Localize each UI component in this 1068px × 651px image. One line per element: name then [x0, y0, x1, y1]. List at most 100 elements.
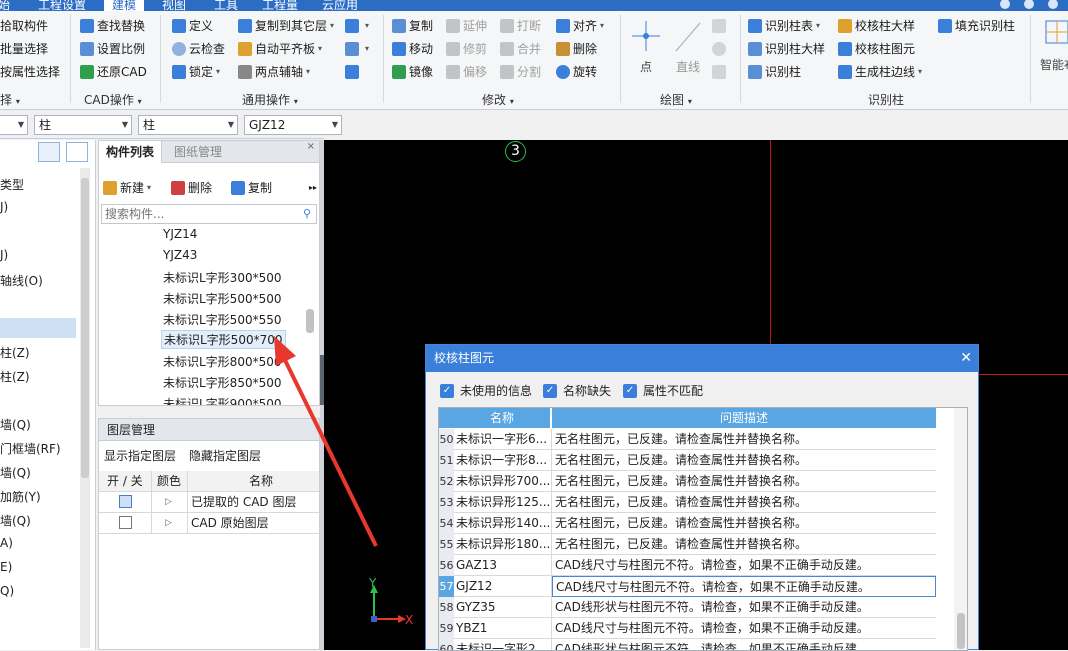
new-component-button[interactable]: 新建 ▾ — [103, 179, 151, 197]
dialog-title-bar[interactable]: 校核柱图元 — [426, 345, 978, 372]
tree-item[interactable]: 墙(Q) — [0, 512, 31, 529]
tree-item[interactable]: 柱(Z) — [0, 344, 30, 361]
menu-start[interactable]: 始 — [0, 0, 10, 11]
define-button[interactable]: 定义 — [172, 17, 213, 35]
trim-button[interactable]: 修剪 — [446, 40, 487, 58]
menu-project-settings[interactable]: 工程设置 — [38, 0, 86, 11]
hide-layer-button[interactable]: 隐藏指定图层 — [189, 447, 261, 464]
pick-component-button[interactable]: 拾取构件 — [0, 17, 48, 35]
scrollbar-thumb[interactable] — [81, 178, 89, 478]
find-replace-button[interactable]: 查找替换 — [80, 17, 145, 35]
checkbox-checked-icon[interactable]: ✓ — [623, 384, 637, 398]
recognize-column-button[interactable]: 识别柱 — [748, 63, 801, 81]
menu-tools[interactable]: 工具 — [214, 0, 238, 11]
table-row[interactable]: 59 YBZ1 CAD线尺寸与柱图元不符。请检查，如果不正确手动反建。 — [439, 618, 936, 639]
list-item[interactable]: 未标识L字形850*500 — [163, 374, 282, 391]
fill-recognize-column-button[interactable]: 填充识别柱 — [938, 17, 1015, 35]
check-column-detail-button[interactable]: 校核柱大样 — [838, 17, 915, 35]
close-icon[interactable]: × — [307, 141, 315, 152]
tree-item[interactable]: 墙(Q) — [0, 464, 31, 481]
auto-align-slab-button[interactable]: 自动平齐板 ▾ — [238, 40, 322, 58]
tree-item[interactable]: Q) — [0, 584, 14, 598]
delete-button[interactable]: 删除 — [556, 40, 597, 58]
offset-button[interactable]: 偏移 — [446, 63, 487, 81]
table-row[interactable]: 55 未标识异形180... 无名柱图元，已反建。请检查属性并替换名称。 — [439, 534, 936, 555]
tree-item[interactable]: J) — [0, 200, 8, 214]
split-button[interactable]: 分割 — [500, 63, 541, 81]
line-button[interactable]: 直线 — [672, 17, 704, 81]
rect-button[interactable] — [712, 63, 729, 81]
delete-component-button[interactable]: 删除 — [171, 179, 212, 197]
tab-component-list[interactable]: 构件列表 — [99, 141, 163, 163]
option-name-missing[interactable]: ✓ 名称缺失 — [543, 383, 611, 399]
dimension-dropdown[interactable]: ▾ — [345, 17, 369, 35]
view-dropdown[interactable]: ▾ — [345, 40, 369, 58]
tree-item[interactable]: 加筋(Y) — [0, 488, 41, 505]
table-row[interactable]: 56 GAZ13 CAD线尺寸与柱图元不符。请检查，如果不正确手动反建。 — [439, 555, 936, 576]
list-item[interactable]: 未标识L字形500*500 — [163, 290, 282, 307]
arc-button[interactable] — [712, 17, 729, 35]
tree-item[interactable]: 类型 — [0, 176, 24, 193]
move-button[interactable]: 移动 — [392, 40, 433, 58]
tree-item[interactable]: 墙(Q) — [0, 416, 31, 433]
more-icon[interactable]: ▸▸ — [309, 179, 317, 197]
list-item[interactable]: 未标识L字形300*500 — [163, 269, 282, 286]
list-item[interactable]: YJZ43 — [163, 248, 197, 262]
option-property-mismatch[interactable]: ✓ 属性不匹配 — [623, 383, 703, 399]
tree-item[interactable]: 柱(Z) — [0, 368, 30, 385]
component-list-scrollbar[interactable] — [306, 309, 314, 333]
check-column-element-button[interactable]: 校核柱图元 — [838, 40, 915, 58]
table-row[interactable]: 58 GYZ35 CAD线形状与柱图元不符。请检查，如果不正确手动反建。 — [439, 597, 936, 618]
table-row-selected[interactable]: 57 GJZ12 CAD线尺寸与柱图元不符。请检查，如果不正确手动反建。 — [439, 576, 936, 597]
filter-button[interactable] — [345, 63, 362, 81]
menu-cloud[interactable]: 云应用 — [322, 0, 358, 11]
list-item[interactable]: YJZ14 — [163, 227, 197, 241]
list-item[interactable]: 未标识L字形900*500 — [163, 395, 282, 405]
restore-cad-button[interactable]: 还原CAD — [80, 63, 147, 81]
layer-row[interactable]: ▷ CAD 原始图层 — [99, 513, 319, 534]
component-select[interactable]: GJZ12 ▼ — [244, 115, 342, 135]
recognize-column-detail-button[interactable]: 识别柱大样 — [748, 40, 825, 58]
copy-button[interactable]: 复制 — [392, 17, 433, 35]
table-row[interactable]: 51 未标识一字形8... 无名柱图元，已反建。请检查属性并替换名称。 — [439, 450, 936, 471]
table-scrollbar[interactable] — [954, 408, 967, 650]
align-button[interactable]: 对齐 ▾ — [556, 17, 604, 35]
checkbox-checked-icon[interactable]: ✓ — [440, 384, 454, 398]
expand-icon[interactable]: ▷ — [165, 492, 172, 513]
tree-item[interactable]: 轴线(O) — [0, 272, 43, 289]
smart-layout-button[interactable]: 智能布 — [1040, 17, 1068, 87]
copy-component-button[interactable]: 复制 — [231, 179, 272, 197]
list-item[interactable]: 未标识L字形500*550 — [163, 311, 282, 328]
scrollbar-thumb[interactable] — [957, 613, 965, 649]
help-icon[interactable] — [1048, 0, 1058, 9]
menu-view[interactable]: 视图 — [162, 0, 186, 11]
tab-drawing-management[interactable]: 图纸管理 — [167, 141, 229, 163]
select-by-property-button[interactable]: 按属性选择 — [0, 63, 60, 81]
layer-toggle-checkbox[interactable] — [119, 516, 132, 529]
table-row[interactable]: 53 未标识异形125... 无名柱图元，已反建。请检查属性并替换名称。 — [439, 492, 936, 513]
category-select[interactable]: 柱 ▼ — [34, 115, 132, 135]
list-view-button[interactable] — [38, 142, 60, 162]
copy-to-layer-button[interactable]: 复制到其它层 ▾ — [238, 17, 334, 35]
table-row[interactable]: 54 未标识异形140... 无名柱图元，已反建。请检查属性并替换名称。 — [439, 513, 936, 534]
list-item[interactable]: 未标识L字形800*500 — [163, 353, 282, 370]
layer-row[interactable]: ▷ 已提取的 CAD 图层 — [99, 492, 319, 513]
break-button[interactable]: 打断 — [500, 17, 541, 35]
menu-modeling[interactable]: 建模 — [104, 0, 145, 11]
two-point-axis-button[interactable]: 两点辅轴 ▾ — [238, 63, 310, 81]
bell-icon[interactable] — [1024, 0, 1034, 9]
point-button[interactable]: 点 — [630, 17, 662, 81]
table-row[interactable]: 52 未标识异形700... 无名柱图元，已反建。请检查属性并替换名称。 — [439, 471, 936, 492]
floor-select[interactable]: ▼ — [0, 115, 28, 135]
layer-toggle-checkbox[interactable] — [119, 495, 132, 508]
circle-button[interactable] — [712, 40, 729, 58]
batch-select-button[interactable]: 批量选择 — [0, 40, 48, 58]
menu-quantity[interactable]: 工程量 — [262, 0, 298, 11]
list-item-selected[interactable]: 未标识L字形500*700 — [161, 330, 286, 349]
table-row[interactable]: 60 未标识一字形2... CAD线形状与柱图元不符。请检查，如果不正确手动反建。 — [439, 639, 936, 650]
tree-item[interactable]: E) — [0, 560, 12, 574]
show-layer-button[interactable]: 显示指定图层 — [104, 447, 176, 464]
tree-scrollbar[interactable] — [80, 168, 90, 648]
tree-item[interactable]: J) — [0, 248, 8, 262]
tree-item[interactable]: A) — [0, 536, 13, 550]
